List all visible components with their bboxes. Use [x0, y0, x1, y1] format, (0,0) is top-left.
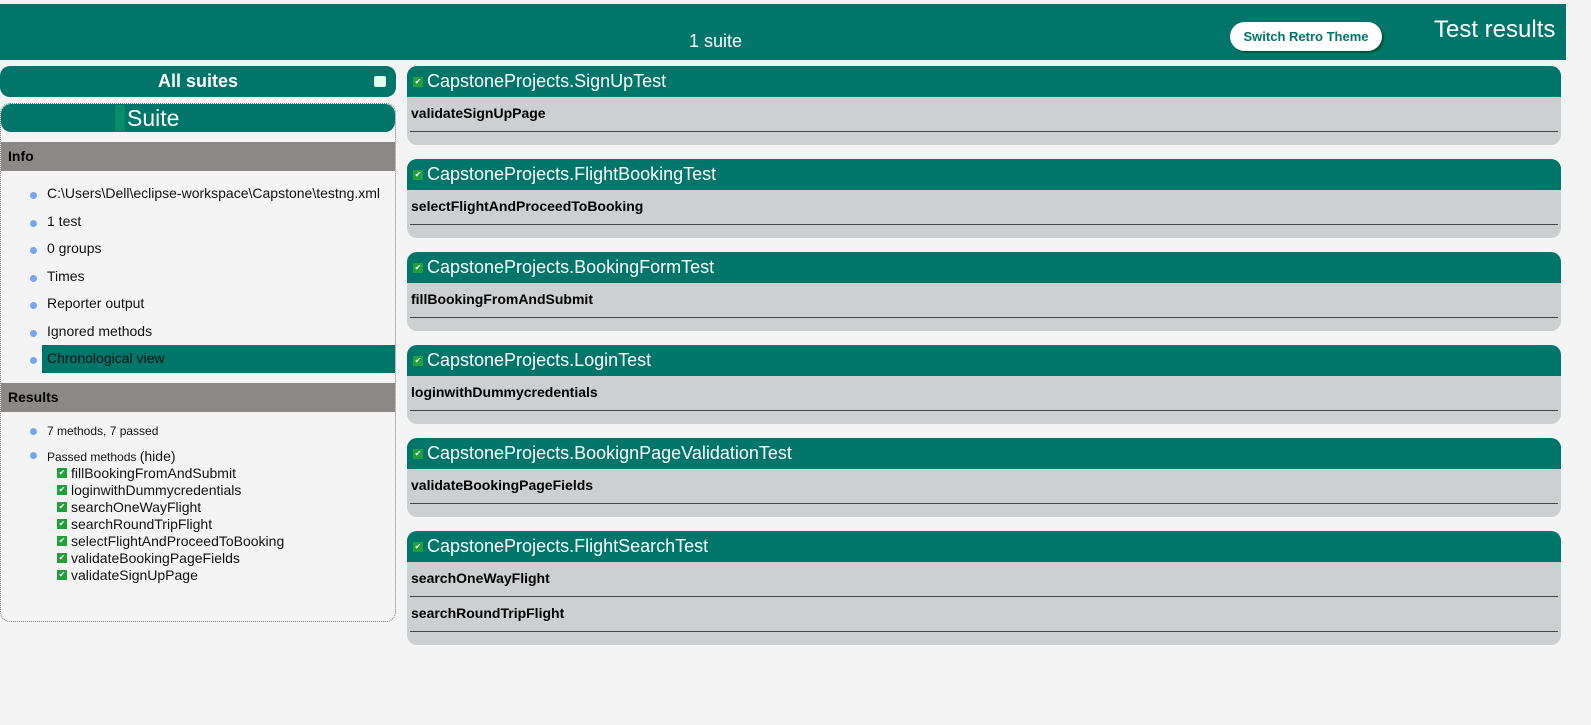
method-name: searchRoundTripFlight: [71, 515, 213, 532]
passed-methods-list: ✔ fillBookingFromAndSubmit ✔ loginwithDummy…: [47, 465, 395, 584]
info-item-label: 1 test: [47, 212, 82, 229]
info-item[interactable]: 0 groups: [1, 235, 395, 263]
info-item-label: 0 groups: [47, 240, 102, 256]
check-icon: ✔: [57, 553, 67, 563]
hide-link[interactable]: (hide): [140, 448, 176, 464]
passed-method[interactable]: ✔ loginwithDummycredentials: [57, 482, 395, 499]
test-method[interactable]: validateBookingPageFields: [410, 469, 1558, 504]
passed-method[interactable]: ✔ searchRoundTripFlight: [57, 516, 395, 533]
test-class-card: ✔ CapstoneProjects.SignUpTest validateSign…: [407, 66, 1561, 145]
test-class-name: CapstoneProjects.BookignPageValidationTe…: [427, 443, 792, 463]
check-icon: ✔: [413, 355, 423, 366]
method-name: fillBookingFromAndSubmit: [71, 464, 236, 481]
test-class-card: ✔ CapstoneProjects.BookingFormTest fillBoo…: [407, 252, 1561, 331]
test-method[interactable]: loginwithDummycredentials: [410, 376, 1558, 411]
test-class-header[interactable]: ✔ CapstoneProjects.BookingFormTest: [407, 252, 1561, 283]
test-method[interactable]: searchOneWayFlight: [410, 562, 1558, 597]
suite-panel: Suite Info C:\Users\Dell\eclipse-workspa…: [0, 103, 396, 622]
passed-method[interactable]: ✔ selectFlightAndProceedToBooking: [57, 533, 395, 550]
test-class-card: ✔ CapstoneProjects.LoginTest loginwithDumm…: [407, 345, 1561, 424]
info-item-label: Times: [47, 267, 85, 284]
passed-methods: Passed methods (hide) ✔ fillBookingFromAn…: [1, 448, 395, 584]
test-method[interactable]: searchRoundTripFlight: [410, 597, 1558, 632]
info-item[interactable]: Times: [1, 263, 395, 291]
sidebar: All suites Suite Info C:\Users\Dell\ecli…: [0, 66, 396, 622]
top-banner: 1 suite Switch Retro Theme Test results: [0, 4, 1566, 60]
check-icon: ✔: [57, 519, 67, 529]
test-classes: ✔ CapstoneProjects.SignUpTest validateSign…: [407, 66, 1561, 659]
method-name: loginwithDummycredentials: [71, 481, 242, 498]
test-class-header[interactable]: ✔ CapstoneProjects.BookignPageValidationT…: [407, 438, 1561, 469]
check-icon: ✔: [413, 448, 423, 459]
test-class-card: ✔ CapstoneProjects.FlightBookingTest selec…: [407, 159, 1561, 238]
check-icon: ✔: [413, 541, 423, 552]
info-item[interactable]: C:\Users\Dell\eclipse-workspace\Capstone…: [1, 180, 395, 208]
info-section-header: Info: [1, 142, 395, 171]
check-icon: ✔: [57, 536, 67, 546]
info-list: C:\Users\Dell\eclipse-workspace\Capstone…: [1, 171, 395, 383]
check-icon: ✔: [57, 502, 67, 512]
suite-header[interactable]: Suite: [1, 104, 395, 132]
test-class-header[interactable]: ✔ CapstoneProjects.SignUpTest: [407, 66, 1561, 97]
info-item[interactable]: 1 test: [1, 208, 395, 236]
test-class-name: CapstoneProjects.LoginTest: [427, 350, 652, 370]
collapse-icon[interactable]: [374, 76, 386, 87]
info-item[interactable]: Ignored methods: [1, 318, 395, 346]
info-item-label: Reporter output: [47, 295, 145, 311]
test-method[interactable]: fillBookingFromAndSubmit: [410, 283, 1558, 318]
method-name: selectFlightAndProceedToBooking: [71, 532, 285, 549]
info-item[interactable]: Chronological view: [1, 345, 395, 373]
passed-method[interactable]: ✔ validateSignUpPage: [57, 567, 395, 584]
check-icon: ✔: [57, 570, 67, 580]
info-item-label: Ignored methods: [47, 322, 153, 339]
results-list: 7 methods, 7 passed Passed methods (hide…: [1, 412, 395, 584]
info-item-label: Chronological view: [42, 345, 395, 373]
test-class-name: CapstoneProjects.BookingFormTest: [427, 257, 715, 277]
suite-count: 1 suite: [689, 31, 743, 51]
switch-retro-theme-button[interactable]: Switch Retro Theme: [1230, 22, 1382, 51]
results-summary: 7 methods, 7 passed: [1, 424, 395, 448]
passed-method[interactable]: ✔ fillBookingFromAndSubmit: [57, 465, 395, 482]
method-name: searchOneWayFlight: [71, 498, 202, 515]
check-icon: ✔: [413, 76, 423, 87]
info-item-label: C:\Users\Dell\eclipse-workspace\Capstone…: [47, 185, 381, 201]
page-title: Test results: [1434, 16, 1556, 43]
test-class-name: CapstoneProjects.SignUpTest: [427, 71, 667, 91]
results-section-header: Results: [1, 382, 395, 412]
test-class-header[interactable]: ✔ CapstoneProjects.FlightBookingTest: [407, 159, 1561, 190]
all-suites-header[interactable]: All suites: [0, 66, 396, 97]
passed-methods-label: Passed methods: [47, 449, 140, 464]
check-icon: ✔: [57, 485, 67, 495]
test-method[interactable]: selectFlightAndProceedToBooking: [410, 190, 1558, 225]
check-icon: ✔: [57, 468, 67, 478]
method-name: validateBookingPageFields: [71, 549, 240, 566]
info-item[interactable]: Reporter output: [1, 290, 395, 318]
check-icon: ✔: [413, 169, 423, 180]
test-method[interactable]: validateSignUpPage: [410, 97, 1558, 132]
test-class-card: ✔ CapstoneProjects.FlightSearchTest search…: [407, 531, 1561, 645]
passed-method[interactable]: ✔ validateBookingPageFields: [57, 550, 395, 567]
all-suites-label: All suites: [157, 71, 239, 91]
test-class-header[interactable]: ✔ CapstoneProjects.FlightSearchTest: [407, 531, 1561, 562]
method-name: validateSignUpPage: [71, 566, 198, 583]
test-class-header[interactable]: ✔ CapstoneProjects.LoginTest: [407, 345, 1561, 376]
suite-name: Suite: [115, 105, 180, 131]
passed-method[interactable]: ✔ searchOneWayFlight: [57, 499, 395, 516]
test-class-card: ✔ CapstoneProjects.BookignPageValidationT…: [407, 438, 1561, 517]
test-class-name: CapstoneProjects.FlightSearchTest: [427, 536, 709, 556]
test-class-name: CapstoneProjects.FlightBookingTest: [427, 164, 717, 184]
check-icon: ✔: [413, 262, 423, 273]
